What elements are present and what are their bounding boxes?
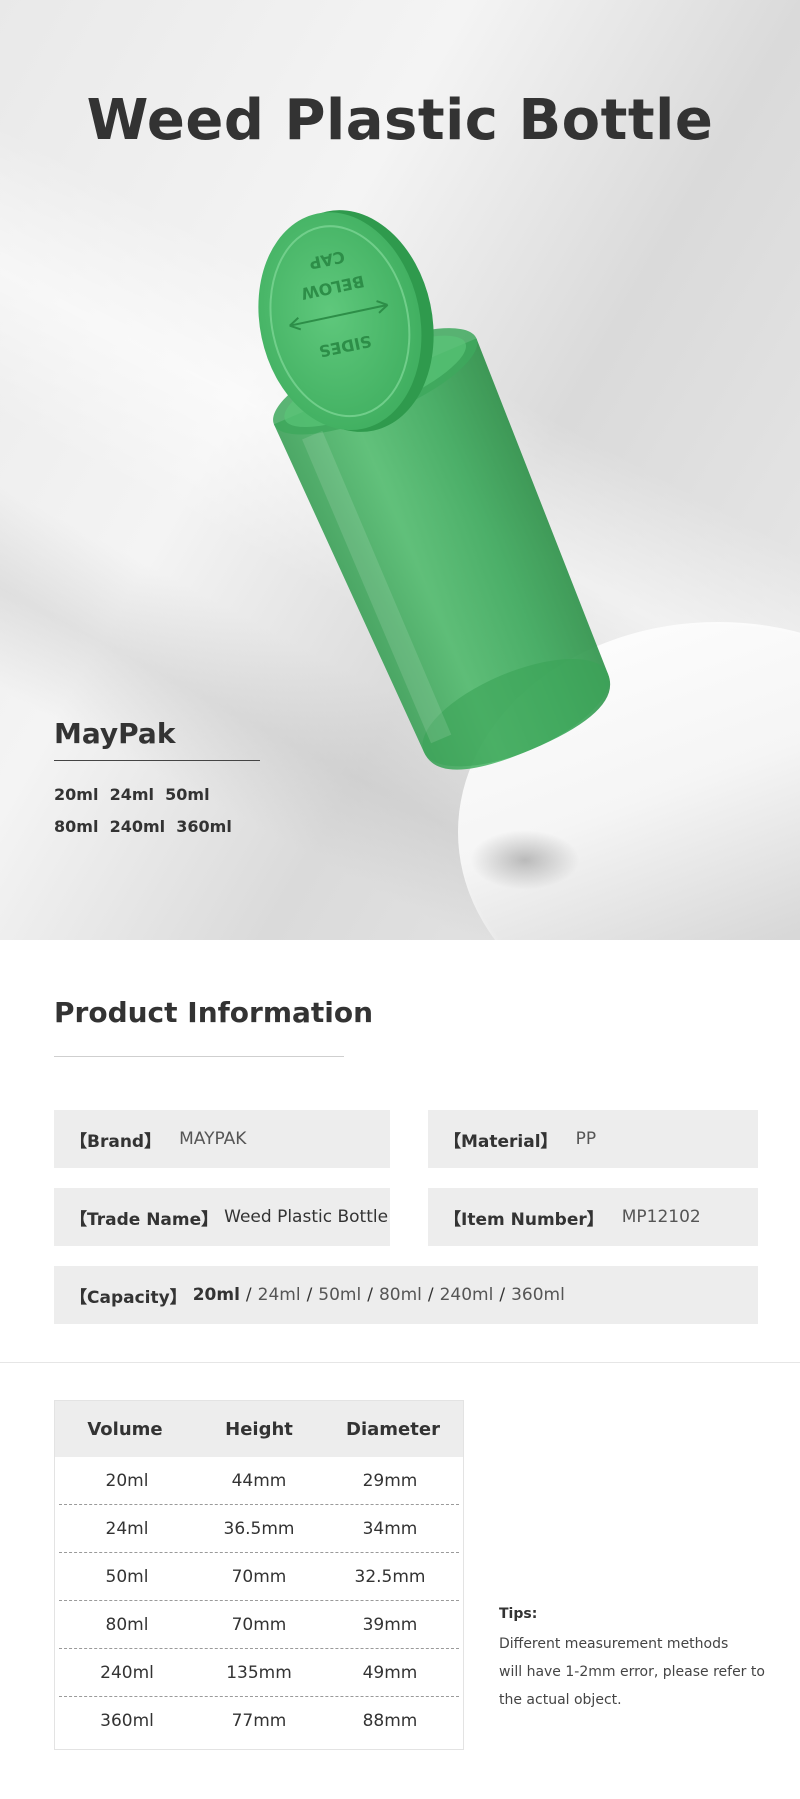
product-info-underline xyxy=(54,1056,344,1057)
tips-body: Different measurement methods will have … xyxy=(499,1630,769,1714)
cell-diameter: 34mm xyxy=(362,1518,418,1539)
cell-height: 77mm xyxy=(231,1711,287,1731)
spec-table: Volume Height Diameter 20ml 44mm 29mm 24… xyxy=(54,1400,464,1750)
capacity-info-box: 【Capacity】 20ml / 24ml / 50ml / 80ml / 2… xyxy=(54,1266,758,1324)
page-title: Weed Plastic Bottle xyxy=(86,88,714,153)
cell-volume: 80ml xyxy=(105,1614,149,1635)
brand-value: MAYPAK xyxy=(179,1129,247,1149)
table-row: 360ml 77mm 88mm xyxy=(59,1697,459,1745)
cell-diameter: 39mm xyxy=(362,1614,418,1635)
header-volume: Volume xyxy=(87,1418,163,1440)
cell-volume: 240ml xyxy=(100,1662,154,1683)
cell-height: 70mm xyxy=(231,1566,287,1587)
cell-diameter: 32.5mm xyxy=(354,1566,426,1587)
tips-line-3: the actual object. xyxy=(499,1692,622,1708)
capacity-option: 50ml xyxy=(318,1285,362,1305)
brand-info-box: 【Brand】 MAYPAK xyxy=(54,1110,390,1168)
cell-diameter: 88mm xyxy=(362,1711,418,1731)
tips-block: Tips: Different measurement methods will… xyxy=(499,1606,769,1714)
hero-banner: CAP BELOW SIDES Weed Plastic Bottle MayP… xyxy=(0,0,800,940)
table-row: 240ml 135mm 49mm xyxy=(59,1649,459,1697)
brand-underline xyxy=(54,760,260,761)
table-row: 80ml 70mm 39mm xyxy=(59,1601,459,1649)
trade-name-value: Weed Plastic Bottle xyxy=(224,1207,389,1227)
capacity-key: 【Capacity】 xyxy=(70,1287,187,1308)
tips-line-2: will have 1-2mm error, please refer to xyxy=(499,1664,765,1680)
capacity-option: 24ml xyxy=(257,1285,301,1305)
item-number-key: 【Item Number】 xyxy=(444,1209,604,1230)
pedestal-shadow xyxy=(470,830,580,890)
brand-sizes: 20ml 24ml 50ml 80ml 240ml 360ml xyxy=(54,779,314,843)
material-value: PP xyxy=(575,1129,597,1149)
header-height: Height xyxy=(225,1418,293,1440)
cell-diameter: 49mm xyxy=(362,1662,418,1683)
header-diameter: Diameter xyxy=(346,1418,440,1440)
item-number-value: MP12102 xyxy=(621,1207,701,1227)
capacity-option: 20ml xyxy=(192,1285,240,1305)
table-header: Volume Height Diameter xyxy=(55,1401,463,1457)
table-row: 20ml 44mm 29mm xyxy=(59,1457,459,1505)
sizes-line-1: 20ml 24ml 50ml xyxy=(54,785,210,804)
cell-height: 36.5mm xyxy=(223,1518,295,1539)
capacity-option: 80ml xyxy=(378,1285,422,1305)
cell-volume: 360ml xyxy=(100,1711,154,1731)
item-number-info-box: 【Item Number】 MP12102 xyxy=(428,1188,758,1246)
cell-diameter: 29mm xyxy=(362,1470,418,1491)
cell-volume: 50ml xyxy=(105,1566,149,1587)
trade-name-info-box: 【Trade Name】 Weed Plastic Bottle xyxy=(54,1188,390,1246)
material-info-box: 【Material】 PP xyxy=(428,1110,758,1168)
cell-height: 44mm xyxy=(231,1470,287,1491)
material-key: 【Material】 xyxy=(444,1131,558,1152)
cell-volume: 20ml xyxy=(105,1470,149,1491)
table-row: 24ml 36.5mm 34mm xyxy=(59,1505,459,1553)
tips-line-1: Different measurement methods xyxy=(499,1636,729,1652)
trade-name-key: 【Trade Name】 xyxy=(70,1209,219,1230)
tips-title: Tips: xyxy=(499,1606,538,1622)
capacity-option: 240ml xyxy=(439,1285,494,1305)
capacity-option: 360ml xyxy=(511,1285,565,1305)
brand-key: 【Brand】 xyxy=(70,1131,162,1152)
cell-height: 135mm xyxy=(226,1662,292,1683)
table-row: 50ml 70mm 32.5mm xyxy=(59,1553,459,1601)
brand-block: MayPak 20ml 24ml 50ml 80ml 240ml 360ml xyxy=(54,717,314,843)
product-info-title: Product Information xyxy=(54,996,374,1029)
brand-name: MayPak xyxy=(54,717,176,750)
cell-height: 70mm xyxy=(231,1614,287,1635)
section-divider xyxy=(0,1362,800,1363)
cell-volume: 24ml xyxy=(105,1518,149,1539)
sizes-line-2: 80ml 240ml 360ml xyxy=(54,817,232,836)
